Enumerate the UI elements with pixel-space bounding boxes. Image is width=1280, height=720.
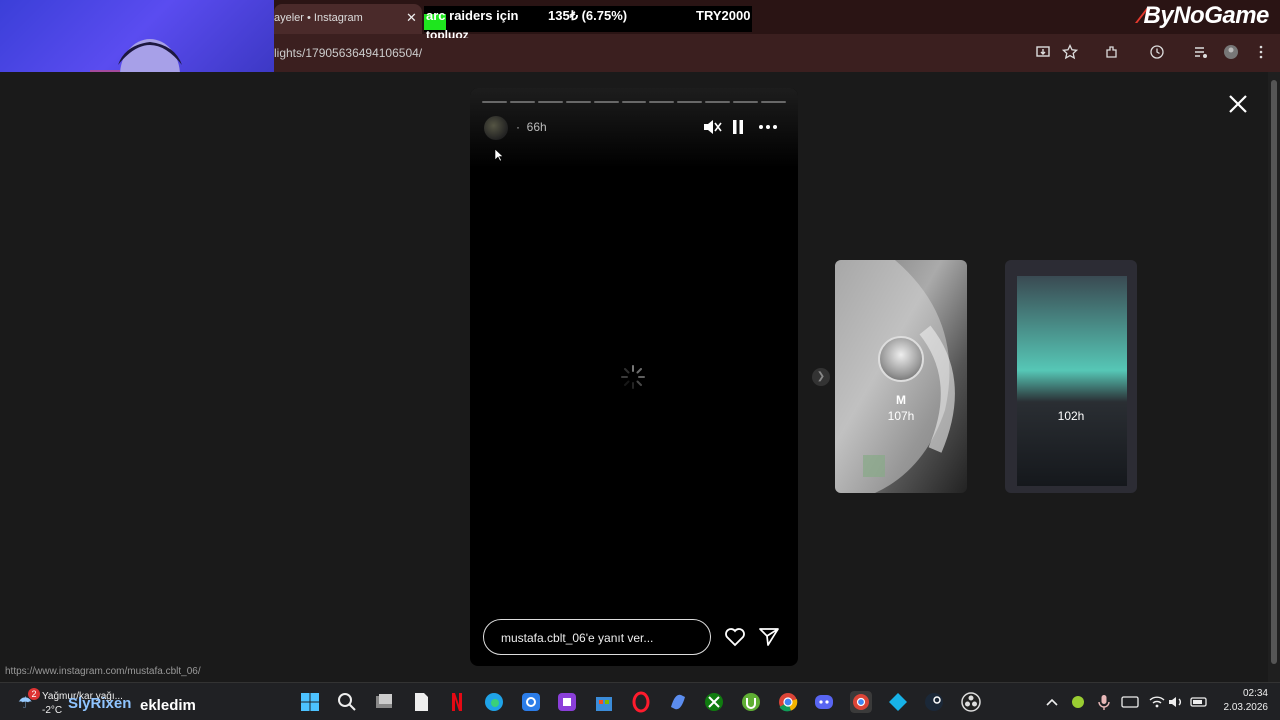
- next-story-arrow-icon[interactable]: ❯: [812, 368, 830, 386]
- task-view-icon[interactable]: [373, 691, 395, 713]
- story-meta: · 66h: [516, 120, 547, 134]
- microphone-icon[interactable]: [1093, 691, 1115, 713]
- clock-time: 02:34: [1242, 688, 1268, 699]
- status-bar-url: https://www.instagram.com/mustafa.cblt_0…: [0, 664, 206, 680]
- tray-chevron-up-icon[interactable]: [1041, 691, 1063, 713]
- store-icon[interactable]: [593, 691, 615, 713]
- donation-ticker: arc raiders için 135₺ (6.75%) TRY2000 to…: [424, 6, 752, 42]
- bookmark-star-icon[interactable]: [1061, 43, 1079, 62]
- mouse-cursor-icon: [494, 148, 504, 162]
- send-icon[interactable]: [758, 627, 780, 647]
- media-controls-icon[interactable]: [1192, 44, 1210, 62]
- weather-temp: -2°C: [42, 705, 63, 716]
- url-text[interactable]: lights/17905636494106504/: [274, 46, 422, 60]
- page-scrollbar[interactable]: [1268, 72, 1280, 682]
- history-icon[interactable]: [1148, 44, 1166, 62]
- mute-icon[interactable]: [702, 118, 722, 136]
- obs-icon[interactable]: [960, 691, 982, 713]
- kodi-icon[interactable]: [887, 691, 909, 713]
- netflix-icon[interactable]: [446, 691, 468, 713]
- tab-instagram[interactable]: ayeler • Instagram ✕: [274, 4, 422, 34]
- story-progress-segment: [649, 101, 675, 103]
- notepad-icon[interactable]: [410, 691, 432, 713]
- stream-overlay-action: ekledim: [140, 697, 196, 714]
- utorrent-icon[interactable]: [740, 691, 762, 713]
- story-user-avatar[interactable]: [484, 116, 508, 140]
- steam-icon[interactable]: [923, 691, 945, 713]
- story-progress-segment: [509, 101, 535, 103]
- stream-overlay-name: SlyRixen: [68, 695, 132, 712]
- thumb-1-time: 107h: [887, 409, 915, 423]
- story-progress-segment: [621, 101, 647, 103]
- chrome-icon[interactable]: [777, 691, 799, 713]
- scrollbar-thumb[interactable]: [1271, 80, 1277, 664]
- windows-taskbar: ☂ 2 Yağmur/kar yağı... -2°C SlyRixen ekl…: [0, 682, 1280, 720]
- thumb-1-name: M: [896, 393, 906, 407]
- chrome-active-icon[interactable]: [850, 691, 872, 713]
- profile-avatar[interactable]: [1222, 44, 1240, 62]
- edge-browser-icon[interactable]: [483, 691, 505, 713]
- volume-icon[interactable]: [1165, 691, 1187, 713]
- system-clock[interactable]: 02:34 2.03.2026: [1220, 687, 1269, 715]
- story-progress-segment: [733, 101, 759, 103]
- close-icon[interactable]: [1226, 92, 1250, 116]
- more-options-icon[interactable]: [758, 118, 778, 136]
- story-progress-segment: [677, 101, 703, 103]
- ticker-game: arc raiders için: [426, 8, 519, 23]
- thumb-1-avatar: [878, 336, 924, 382]
- xbox-icon[interactable]: [703, 691, 725, 713]
- install-app-icon[interactable]: [1034, 44, 1052, 62]
- app-purple-icon[interactable]: [556, 691, 578, 713]
- keyboard-icon[interactable]: [1119, 691, 1141, 713]
- start-windows-icon[interactable]: [299, 691, 321, 713]
- story-player[interactable]: · 66h mustafa.cblt_06'e yanıt ver...: [470, 88, 798, 666]
- ticker-target: TRY2000: [696, 8, 751, 23]
- story-separator: ·: [516, 120, 520, 134]
- opera-icon[interactable]: [630, 691, 652, 713]
- story-progress-segment: [537, 101, 563, 103]
- story-progress-segment: [482, 101, 507, 103]
- story-time: 66h: [526, 120, 547, 134]
- thumb-2-image: [1017, 276, 1127, 486]
- reply-input[interactable]: mustafa.cblt_06'e yanıt ver...: [483, 619, 711, 655]
- story-progress-segment: [761, 101, 786, 103]
- story-progress-segment: [705, 101, 731, 103]
- like-heart-icon[interactable]: [724, 627, 746, 647]
- address-bar[interactable]: lights/17905636494106504/: [274, 38, 1280, 68]
- ticker-change: 135₺ (6.75%): [548, 8, 628, 23]
- weather-badge: 2: [28, 688, 40, 700]
- brand-name: ByNoGame: [1143, 2, 1270, 29]
- tab-close-icon[interactable]: ✕: [406, 10, 417, 26]
- app-blue-icon[interactable]: [520, 691, 542, 713]
- menu-kebab-icon[interactable]: [1252, 44, 1270, 62]
- thumb-2-time: 102h: [1057, 409, 1085, 423]
- tray-app-icon[interactable]: [1067, 691, 1089, 713]
- copilot-icon[interactable]: [667, 691, 689, 713]
- story-progress-segment: [593, 101, 619, 103]
- extensions-icon[interactable]: [1103, 44, 1121, 62]
- pause-icon[interactable]: [728, 118, 748, 136]
- clock-date: 2.03.2026: [1223, 702, 1269, 713]
- story-progress-segment: [565, 101, 591, 103]
- discord-icon[interactable]: [813, 691, 835, 713]
- next-story-thumb-2[interactable]: 102h: [1005, 260, 1137, 493]
- tab-title: ayeler • Instagram: [274, 12, 363, 24]
- search-icon[interactable]: [336, 691, 358, 713]
- loading-spinner-icon: [621, 365, 645, 389]
- battery-icon[interactable]: [1188, 691, 1210, 713]
- next-story-thumb-1[interactable]: M 107h: [835, 260, 967, 493]
- bynogame-logo: ⁄ByNoGame: [1140, 2, 1269, 30]
- story-progress-bars: [482, 101, 786, 103]
